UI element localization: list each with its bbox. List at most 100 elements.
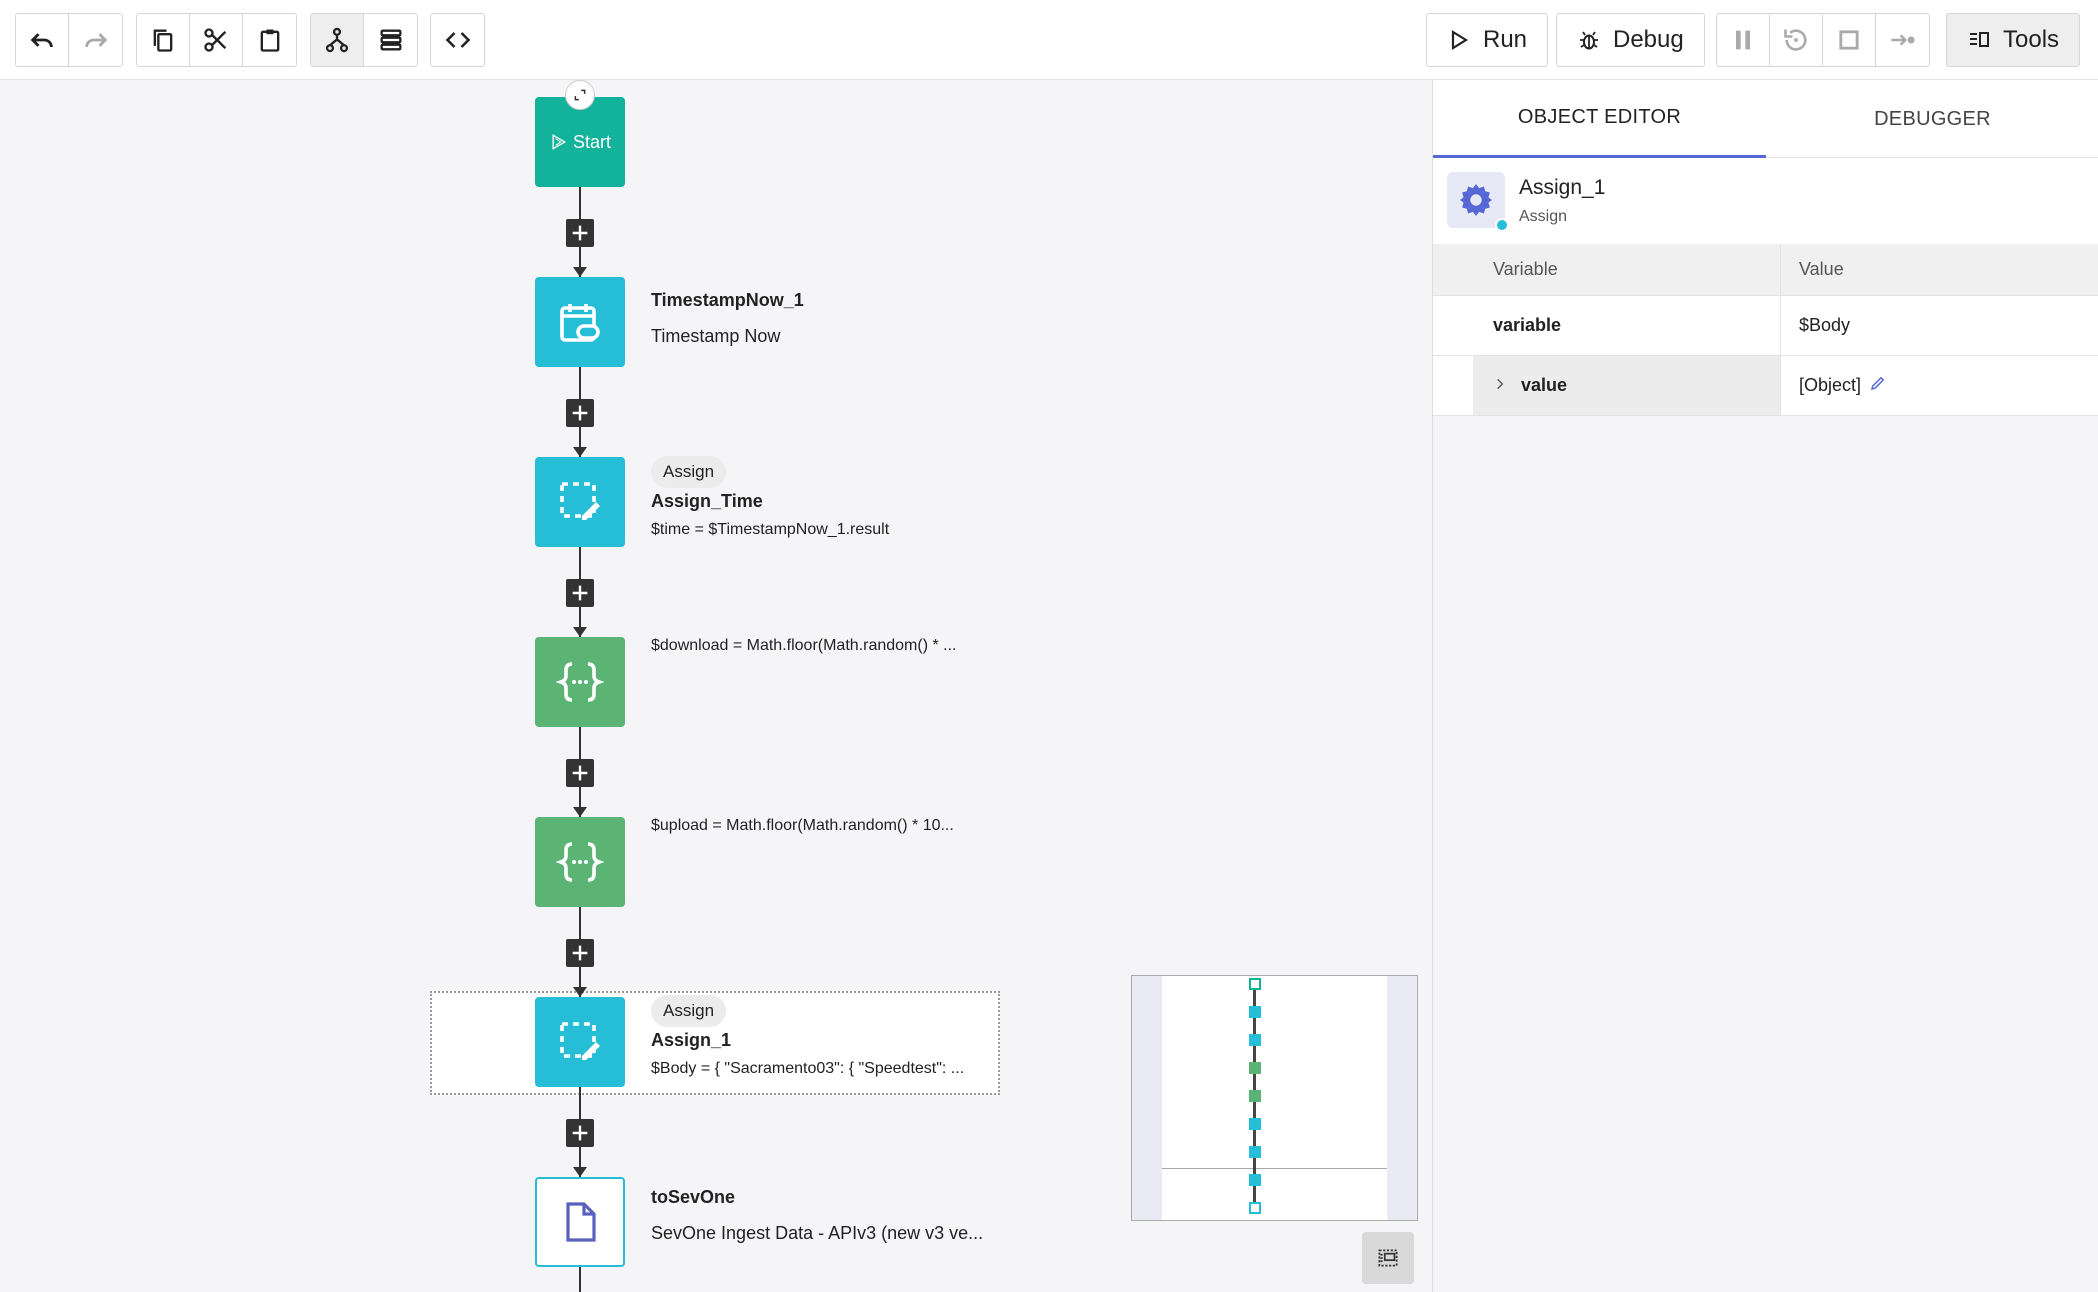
add-step-button[interactable]	[566, 939, 594, 967]
braces-icon	[556, 842, 604, 882]
object-header: Assign_1 Assign	[1433, 158, 2098, 244]
plus-icon	[572, 765, 588, 781]
code-view-button[interactable]	[431, 14, 484, 66]
node-type-tag: Assign	[651, 456, 727, 488]
expand-icon	[574, 89, 586, 101]
minimap-viewport[interactable]	[1162, 1168, 1387, 1220]
table-row[interactable]: variable $Body	[1433, 296, 2098, 356]
minimap[interactable]	[1131, 975, 1418, 1221]
node-type-tag: Assign	[651, 995, 727, 1027]
stop-button[interactable]	[1823, 14, 1876, 66]
minimap-toggle-button[interactable]	[1362, 1232, 1414, 1284]
pause-button[interactable]	[1717, 14, 1770, 66]
tools-group: Tools	[1946, 13, 2081, 67]
variable-value-cell: [Object]	[1781, 356, 2098, 415]
restart-button[interactable]	[1770, 14, 1823, 66]
start-node[interactable]: Start	[535, 97, 625, 187]
column-header-value: Value	[1799, 259, 1844, 279]
execution-control-group	[1716, 13, 1930, 67]
minimap-node	[1249, 1090, 1261, 1102]
variable-name-cell: variable	[1433, 296, 1781, 355]
variable-value-cell: $Body	[1799, 315, 1851, 335]
arrow-head	[573, 987, 587, 997]
node-code: $upload = Math.floor(Math.random() * 10.…	[651, 817, 954, 834]
redo-icon	[84, 33, 107, 48]
node-code: $download = Math.floor(Math.random() * .…	[651, 637, 957, 654]
debug-label: Debug	[1613, 26, 1684, 53]
scissors-icon	[204, 28, 227, 52]
play-icon	[1451, 30, 1469, 50]
node-subtitle: SevOne Ingest Data - APIv3 (new v3 ve...	[651, 1223, 984, 1243]
variable-value-text: [Object]	[1799, 375, 1862, 395]
restart-icon	[1784, 29, 1807, 51]
node-title: TimestampNow_1	[651, 290, 804, 310]
toolbar: Run Debug Tools	[0, 0, 2098, 80]
tree-icon	[325, 27, 349, 53]
script-node-download[interactable]	[535, 637, 625, 727]
panel-tabs: OBJECT EDITOR DEBUGGER	[1433, 80, 2098, 158]
undo-icon	[30, 33, 53, 48]
debug-group: Debug	[1556, 13, 1705, 67]
undo-button[interactable]	[16, 14, 69, 66]
braces-icon	[556, 662, 604, 702]
tree-view-button[interactable]	[311, 14, 364, 66]
assign-1-node[interactable]	[535, 997, 625, 1087]
tools-button[interactable]: Tools	[1947, 14, 2079, 66]
panel-icon	[1970, 32, 1989, 47]
arrow-head	[573, 627, 587, 637]
minimap-node	[1249, 1202, 1261, 1214]
plus-icon	[572, 585, 588, 601]
to-sevone-node[interactable]	[535, 1177, 625, 1267]
tab-object-editor[interactable]: OBJECT EDITOR	[1433, 80, 1766, 158]
column-header-variable: Variable	[1433, 244, 1781, 295]
copy-icon	[153, 29, 173, 52]
flow-editor-app: Run Debug Tools Start TimestampNow_1 Tim…	[0, 0, 2098, 1292]
object-type: Assign	[1519, 208, 1568, 225]
add-step-button[interactable]	[566, 399, 594, 427]
table-header: Variable Value	[1433, 244, 2098, 296]
variable-name-text: value	[1521, 375, 1568, 395]
connector	[579, 1267, 581, 1292]
calendar-clock-icon	[560, 304, 600, 342]
chevron-right-icon[interactable]	[1493, 375, 1507, 396]
clipboard-group	[136, 13, 297, 67]
tools-label: Tools	[2003, 26, 2060, 53]
minimap-node	[1249, 1118, 1261, 1130]
object-name: Assign_1	[1519, 176, 1606, 199]
add-step-button[interactable]	[566, 759, 594, 787]
arrow-head	[573, 1167, 587, 1177]
script-node-upload[interactable]	[535, 817, 625, 907]
flow-canvas[interactable]: Start TimestampNow_1 Timestamp Now Assig…	[0, 80, 1432, 1292]
minimap-node	[1249, 1062, 1261, 1074]
step-button[interactable]	[1876, 14, 1929, 66]
edit-icon[interactable]	[1869, 374, 1887, 397]
plus-icon	[572, 225, 588, 241]
node-title: Assign_1	[651, 1030, 732, 1050]
minimap-node	[1249, 1174, 1261, 1186]
assign-time-node[interactable]	[535, 457, 625, 547]
copy-button[interactable]	[137, 14, 190, 66]
add-step-button[interactable]	[566, 579, 594, 607]
arrow-head	[573, 447, 587, 457]
layout-group	[310, 13, 418, 67]
add-step-button[interactable]	[566, 219, 594, 247]
table-row[interactable]: value [Object]	[1433, 356, 2098, 416]
node-title: toSevOne	[651, 1187, 736, 1207]
run-button[interactable]: Run	[1427, 14, 1547, 66]
timestamp-now-node[interactable]	[535, 277, 625, 367]
minimap-node	[1249, 1034, 1261, 1046]
code-icon	[445, 32, 470, 48]
node-title: Assign_Time	[651, 491, 763, 511]
minimap-icon	[1378, 1249, 1398, 1267]
redo-button[interactable]	[69, 14, 122, 66]
plus-icon	[572, 945, 588, 961]
expand-button[interactable]	[565, 80, 595, 110]
debug-button[interactable]: Debug	[1557, 14, 1704, 66]
run-label: Run	[1483, 26, 1528, 53]
add-step-button[interactable]	[566, 1119, 594, 1147]
gear-icon	[1460, 184, 1492, 216]
list-view-button[interactable]	[364, 14, 417, 66]
cut-button[interactable]	[190, 14, 243, 66]
tab-debugger[interactable]: DEBUGGER	[1766, 80, 2098, 158]
paste-button[interactable]	[243, 14, 296, 66]
